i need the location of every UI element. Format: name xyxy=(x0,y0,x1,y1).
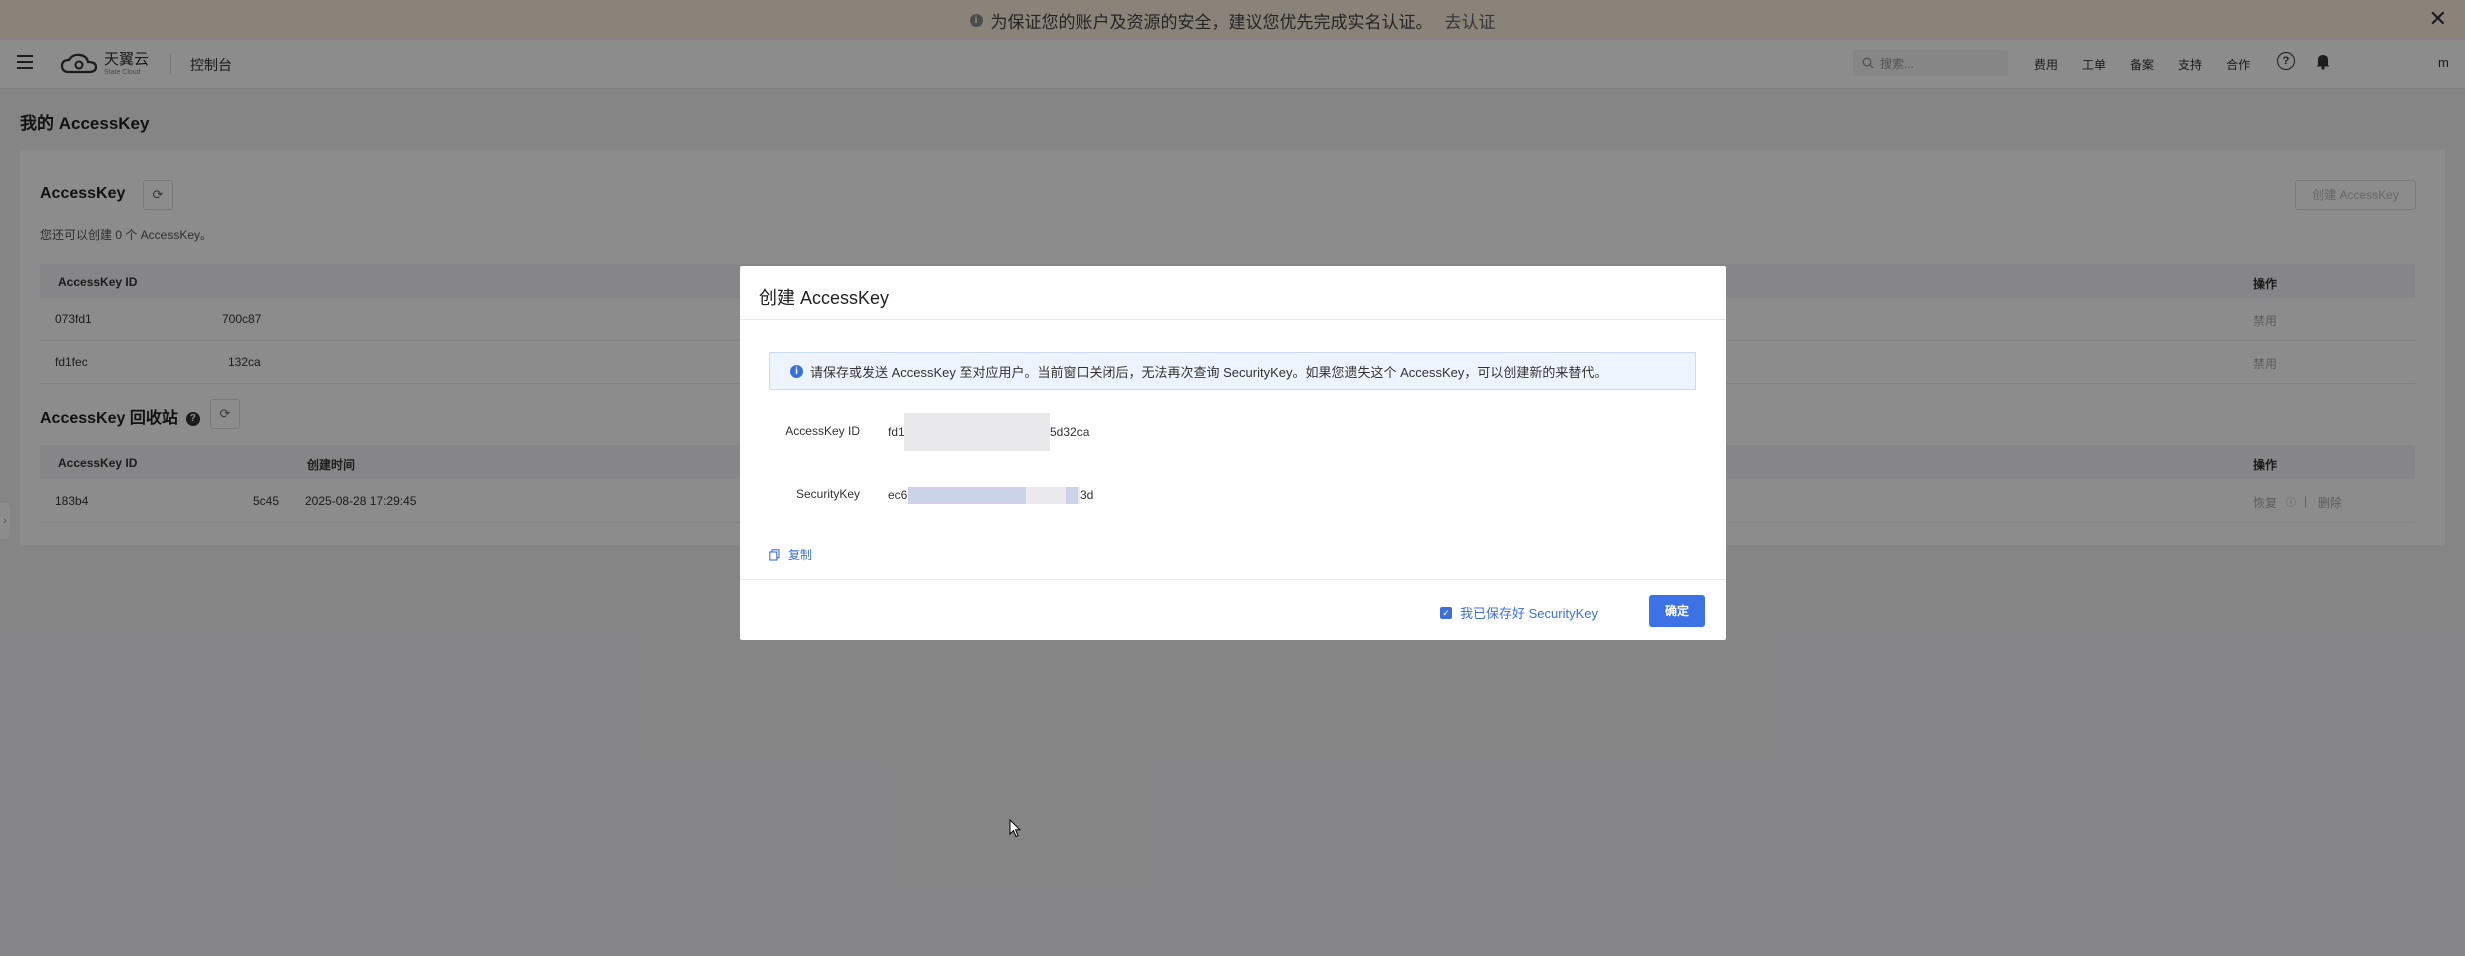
securitykey-label: SecurityKey xyxy=(795,487,860,501)
redaction-mask xyxy=(904,413,1050,451)
accesskey-id-suffix: 5d32ca xyxy=(1050,425,1090,439)
securitykey-prefix: ec6 xyxy=(888,488,908,502)
mouse-cursor-icon xyxy=(1009,819,1021,838)
divider xyxy=(740,579,1726,580)
info-icon: i xyxy=(790,364,803,378)
copy-label: 复制 xyxy=(788,548,813,562)
create-accesskey-dialog: 创建 AccessKey i 请保存或发送 AccessKey 至对应用户。当前… xyxy=(740,266,1726,640)
accesskey-id-prefix: fd1 xyxy=(888,425,905,439)
securitykey-suffix: 3d xyxy=(1080,488,1094,502)
notice-text: 请保存或发送 AccessKey 至对应用户。当前窗口关闭后，无法再次查询 Se… xyxy=(810,364,1608,380)
copy-icon xyxy=(769,548,780,561)
notice-alert: i 请保存或发送 AccessKey 至对应用户。当前窗口关闭后，无法再次查询 … xyxy=(769,352,1696,390)
checkbox-label: 我已保存好 SecurityKey xyxy=(1460,606,1598,621)
accesskey-id-label: AccessKey ID xyxy=(785,424,860,438)
redaction-mask xyxy=(1066,487,1078,504)
divider xyxy=(740,319,1726,320)
dialog-title: 创建 AccessKey xyxy=(759,288,890,308)
checkbox-checked-icon[interactable]: ✓ xyxy=(1440,606,1452,619)
redaction-mask xyxy=(908,487,1026,504)
confirm-button[interactable]: 确定 xyxy=(1649,595,1705,627)
copy-button[interactable]: 复制 xyxy=(769,546,812,563)
saved-securitykey-checkbox[interactable]: ✓ 我已保存好 SecurityKey xyxy=(1440,603,1598,622)
